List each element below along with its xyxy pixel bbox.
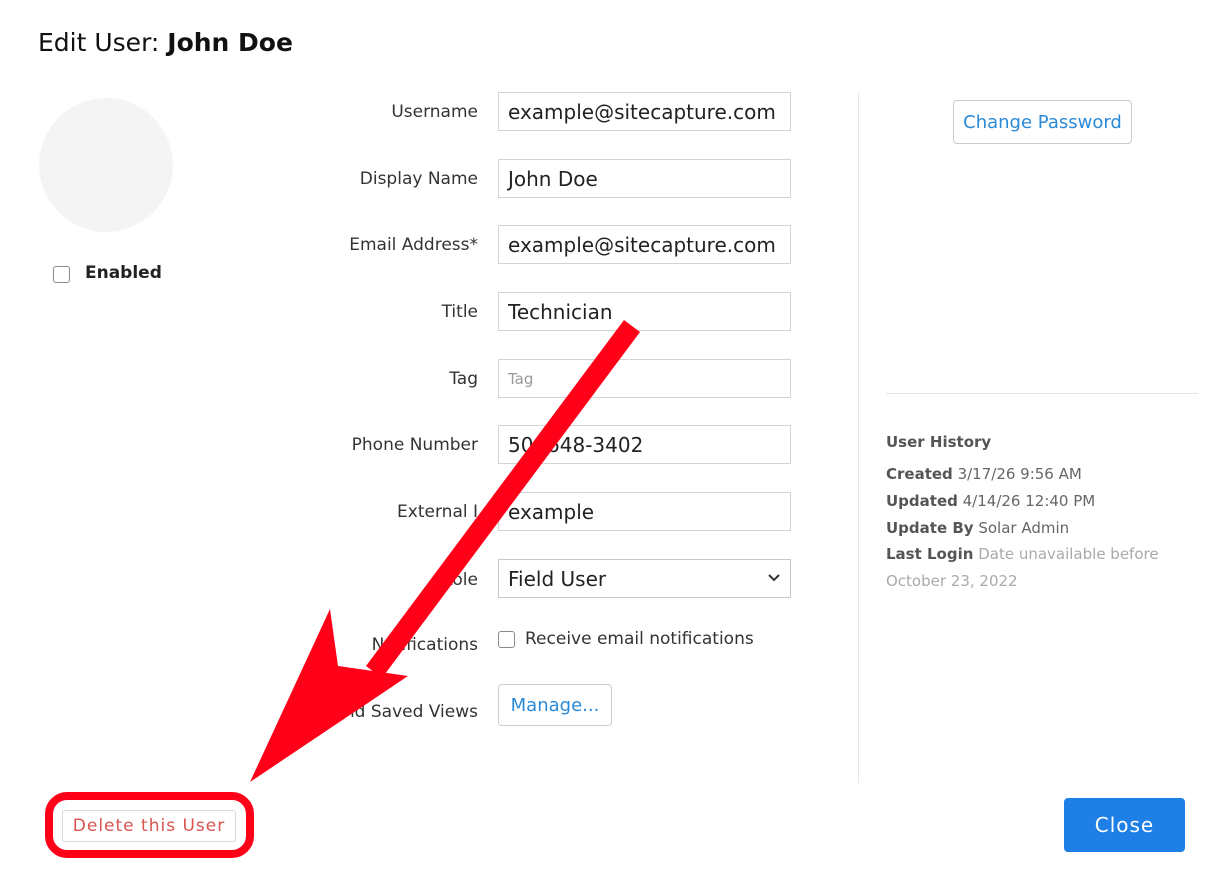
history-created-value: 3/17/26 9:56 AM — [957, 465, 1082, 483]
title-input[interactable]: Technician — [498, 292, 791, 331]
history-last-login: Last Login Date unavailable before — [886, 545, 1159, 563]
history-last-login-value-cont: October 23, 2022 — [886, 572, 1018, 590]
delete-user-button[interactable]: Delete this User — [62, 810, 236, 842]
role-select-value: Field User — [508, 566, 607, 591]
dialog-title: Edit User: John Doe — [38, 28, 293, 57]
history-updated-label: Updated — [886, 492, 958, 510]
external-id-input[interactable]: example — [498, 492, 791, 531]
enabled-label: Enabled — [85, 263, 162, 283]
display-name-label: Display Name — [359, 169, 478, 189]
notifications-label: Notifications — [371, 635, 478, 655]
chevron-down-icon — [767, 571, 781, 587]
user-history-title: User History — [886, 433, 992, 451]
email-notifications-label: Receive email notifications — [525, 629, 754, 649]
enabled-checkbox[interactable] — [53, 266, 70, 283]
history-created: Created 3/17/26 9:56 AM — [886, 465, 1082, 483]
dialog-title-name: John Doe — [167, 28, 293, 57]
role-select[interactable]: Field User — [498, 559, 791, 598]
role-label: Role — [441, 570, 478, 590]
section-divider — [886, 393, 1198, 394]
username-label: Username — [391, 102, 478, 122]
change-password-button[interactable]: Change Password — [953, 100, 1132, 144]
username-input[interactable]: example@sitecapture.com — [498, 92, 791, 131]
external-id-label: External I — [397, 502, 478, 522]
column-divider — [858, 93, 859, 783]
tag-input[interactable]: Tag — [498, 359, 791, 398]
history-last-login-label: Last Login — [886, 545, 974, 563]
email-notifications-checkbox[interactable] — [498, 631, 515, 648]
saved-views-label: nd Saved Views — [343, 702, 478, 722]
avatar[interactable] — [39, 98, 173, 232]
title-label: Title — [441, 302, 478, 322]
history-update-by: Update By Solar Admin — [886, 519, 1069, 537]
history-updated: Updated 4/14/26 12:40 PM — [886, 492, 1095, 510]
history-update-by-label: Update By — [886, 519, 974, 537]
manage-saved-views-button[interactable]: Manage... — [498, 684, 612, 726]
tag-label: Tag — [449, 369, 478, 389]
history-created-label: Created — [886, 465, 953, 483]
phone-label: Phone Number — [351, 435, 478, 455]
edit-user-dialog: Edit User: John Doe Enabled Username exa… — [0, 0, 1221, 877]
history-update-by-value: Solar Admin — [978, 519, 1070, 537]
phone-input[interactable]: 50 -648-3402 — [498, 425, 791, 464]
history-updated-value: 4/14/26 12:40 PM — [962, 492, 1096, 510]
display-name-input[interactable]: John Doe — [498, 159, 791, 198]
history-last-login-cont: October 23, 2022 — [886, 572, 1018, 590]
email-label: Email Address* — [349, 235, 478, 255]
close-button[interactable]: Close — [1064, 798, 1185, 852]
history-last-login-value: Date unavailable before — [978, 545, 1159, 563]
email-input[interactable]: example@sitecapture.com — [498, 225, 791, 264]
dialog-title-prefix: Edit User: — [38, 28, 160, 57]
